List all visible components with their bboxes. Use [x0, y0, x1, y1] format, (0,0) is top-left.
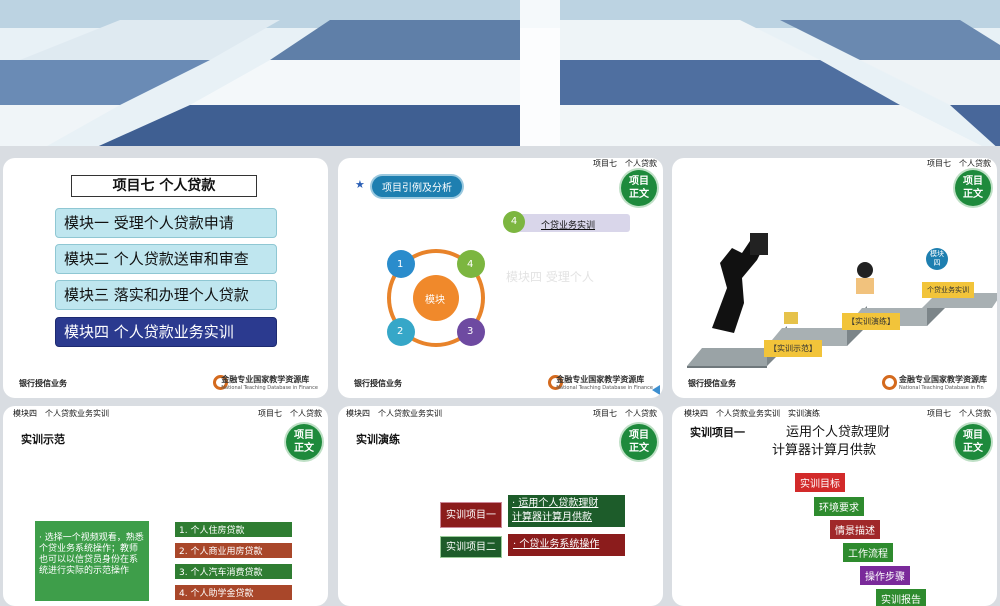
slide-2-thumbnail[interactable]: 项目七 个人贷款 ★ 项目引例及分析 项目 正文 4 个贷业务实训 模块 1 4 … — [338, 158, 663, 398]
cycle-node-3[interactable]: 3 — [467, 326, 473, 337]
module-2-item[interactable]: 模块二 个人贷款送审和审查 — [55, 244, 277, 274]
slide-header: 项目七 个人贷款 — [258, 409, 322, 418]
project-body-badge[interactable]: 项目 正文 — [286, 424, 322, 460]
prev-arrow-icon[interactable] — [652, 385, 660, 395]
slide-breadcrumb: 模块四 个人贷款业务实训 实训演练 — [684, 409, 820, 418]
footer-course-name: 银行授信业务 — [354, 379, 402, 388]
slide-title: 实训演练 — [356, 433, 400, 446]
module-4-bar-label: 个贷业务实训 — [541, 221, 596, 231]
slide-3-thumbnail[interactable]: 项目七 个人贷款 项目 正文 模块四 【实训示范】 【实训演练】 个贷业务实训 银… — [672, 158, 997, 398]
module-4-badge[interactable]: 模块四 — [926, 248, 948, 270]
slide-3-footer: 银行授信业务 金融专业国家教学资源库 National Teaching Data… — [672, 372, 997, 398]
footer-database-name: 金融专业国家教学资源库 National Teaching Database in… — [221, 375, 318, 391]
slide-2-footer: 银行授信业务 金融专业国家教学资源库 National Teaching Data… — [338, 372, 663, 398]
demo-description-box: · 选择一个视频观看，熟悉个贷业务系统操作；教师也可以以信贷员身份在系统进行实际… — [35, 521, 149, 601]
project-body-badge[interactable]: 项目 正文 — [955, 170, 991, 206]
faded-module-text: 模块四 受理个人 — [506, 270, 594, 284]
tdf-logo-icon — [882, 375, 897, 390]
practice-project-2-desc[interactable]: · 个贷业务系统操作 — [508, 534, 625, 556]
slide-breadcrumb: 模块四 个人贷款业务实训 — [13, 409, 109, 418]
step-scenario[interactable]: 情景描述 — [830, 520, 880, 539]
slide-title-left: 实训项目一 — [690, 426, 745, 439]
step-training-label[interactable]: 个贷业务实训 — [922, 282, 974, 298]
slide-1-thumbnail[interactable]: 项目七 个人贷款 模块一 受理个人贷款申请 模块二 个人贷款送审和审查 模块三 … — [3, 158, 328, 398]
step-workflow[interactable]: 工作流程 — [843, 543, 893, 562]
practice-project-1-label[interactable]: 实训项目一 — [440, 502, 502, 528]
slide-header: 项目七 个人贷款 — [927, 159, 991, 168]
cycle-center-label: 模块 — [425, 295, 445, 306]
demo-item-student-loan[interactable]: 4. 个人助学金贷款 — [175, 585, 292, 600]
demo-item-commercial-loan[interactable]: 2. 个人商业用房贷款 — [175, 543, 292, 558]
practice-project-1-desc[interactable]: · 运用个人贷款理财 计算器计算月供款 — [508, 495, 625, 527]
project-body-badge[interactable]: 项目 正文 — [621, 170, 657, 206]
demo-item-auto-loan[interactable]: 3. 个人汽车消费贷款 — [175, 564, 292, 579]
slide-title-line-2: 计算器计算月供款 — [772, 443, 877, 458]
slide-header: 项目七 个人贷款 — [593, 159, 657, 168]
step-operation[interactable]: 操作步骤 — [860, 566, 910, 585]
slide-header: 项目七 个人贷款 — [927, 409, 991, 418]
slide-1-title-box: 项目七 个人贷款 — [71, 175, 257, 197]
checkered-floor-graphic — [0, 0, 1000, 150]
slide-4-thumbnail[interactable]: 模块四 个人贷款业务实训 项目七 个人贷款 实训示范 项目 正文 · 选择一个视频… — [3, 406, 328, 606]
project-body-badge[interactable]: 项目 正文 — [621, 424, 657, 460]
slide-header: 项目七 个人贷款 — [593, 409, 657, 418]
footer-database-name: 金融专业国家教学资源库 National Teaching Database in… — [556, 375, 653, 391]
step-practice-label[interactable]: 【实训演练】 — [842, 313, 900, 330]
cycle-node-2[interactable]: 2 — [397, 326, 403, 337]
footer-course-name: 银行授信业务 — [688, 379, 736, 388]
step-training-goal[interactable]: 实训目标 — [795, 473, 845, 492]
step-report[interactable]: 实训报告 — [876, 589, 926, 606]
hero-banner — [0, 0, 1000, 150]
cycle-node-1[interactable]: 1 — [397, 259, 403, 270]
slide-title-line-1: 运用个人贷款理财 — [786, 425, 891, 440]
slide-breadcrumb: 模块四 个人贷款业务实训 — [346, 409, 442, 418]
footer-database-name: 金融专业国家教学资源库 National Teaching Database in… — [899, 375, 987, 391]
step-demo-label[interactable]: 【实训示范】 — [764, 340, 822, 357]
slide-6-thumbnail[interactable]: 模块四 个人贷款业务实训 实训演练 项目七 个人贷款 实训项目一 运用个人贷款理… — [672, 406, 997, 606]
module-1-item[interactable]: 模块一 受理个人贷款申请 — [55, 208, 277, 238]
demo-item-housing-loan[interactable]: 1. 个人住房贷款 — [175, 522, 292, 537]
module-4-bar-number: 4 — [503, 211, 525, 233]
module-3-item[interactable]: 模块三 落实和办理个人贷款 — [55, 280, 277, 310]
star-icon: ★ — [355, 178, 365, 191]
slide-1-footer: 银行授信业务 金融专业国家教学资源库 National Teaching Data… — [3, 372, 328, 398]
slide-5-thumbnail[interactable]: 模块四 个人贷款业务实训 项目七 个人贷款 实训演练 项目 正文 实训项目一 · … — [338, 406, 663, 606]
slide-title: 实训示范 — [21, 433, 65, 446]
project-body-badge[interactable]: 项目 正文 — [955, 424, 991, 460]
footer-course-name: 银行授信业务 — [19, 379, 67, 388]
cycle-node-4[interactable]: 4 — [467, 259, 473, 270]
practice-project-2-label[interactable]: 实训项目二 — [440, 536, 502, 558]
step-environment[interactable]: 环境要求 — [814, 497, 864, 516]
case-analysis-pill[interactable]: 项目引例及分析 — [372, 176, 462, 197]
module-4-item[interactable]: 模块四 个人贷款业务实训 — [55, 317, 277, 347]
